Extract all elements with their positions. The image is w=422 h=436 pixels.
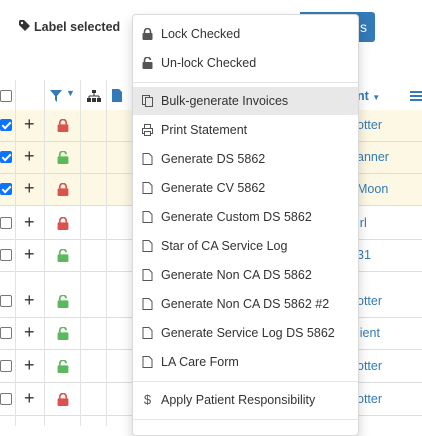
- list-icon[interactable]: [410, 90, 422, 102]
- row-checkbox[interactable]: [0, 151, 12, 163]
- actions-dropdown-menu: Lock Checked Un-lock Checked Bulk-genera…: [132, 14, 359, 436]
- menu-item-star-ca-log[interactable]: Star of CA Service Log: [133, 232, 358, 260]
- menu-item-generate-ds-5862[interactable]: Generate DS 5862: [133, 145, 358, 173]
- row-checkbox[interactable]: [0, 119, 12, 131]
- lock-icon: [142, 28, 153, 40]
- menu-item-unlock-checked[interactable]: Un-lock Checked: [133, 49, 358, 77]
- expand-row-icon[interactable]: +: [24, 147, 35, 165]
- menu-item-bulk-invoices[interactable]: Bulk-generate Invoices: [133, 87, 358, 115]
- file-icon: [142, 298, 153, 310]
- dollar-icon: $: [143, 392, 152, 407]
- unlock-icon[interactable]: [57, 295, 69, 308]
- menu-item-generate-custom-ds[interactable]: Generate Custom DS 5862: [133, 203, 358, 231]
- row-checkbox[interactable]: [0, 249, 12, 261]
- account-name-link[interactable]: otter: [357, 118, 382, 132]
- select-all-checkbox[interactable]: [0, 90, 12, 102]
- account-name-link[interactable]: otter: [357, 392, 382, 406]
- lock-icon[interactable]: [57, 183, 69, 196]
- chevron-down-icon[interactable]: ▼: [66, 88, 75, 98]
- file-icon: [142, 211, 153, 223]
- lock-icon[interactable]: [57, 119, 69, 132]
- menu-item-la-care-form[interactable]: LA Care Form: [133, 348, 358, 376]
- account-name-link[interactable]: otter: [357, 294, 382, 308]
- row-checkbox[interactable]: [0, 360, 12, 372]
- account-name-link[interactable]: anner: [357, 150, 389, 164]
- label-selected-text: Label selected: [34, 20, 121, 34]
- file-icon: [142, 269, 153, 281]
- menu-item-generate-cv-5862[interactable]: Generate CV 5862: [133, 174, 358, 202]
- row-checkbox[interactable]: [0, 295, 12, 307]
- file-icon: [142, 153, 153, 165]
- expand-row-icon[interactable]: +: [24, 291, 35, 309]
- menu-item-print-statement[interactable]: Print Statement: [133, 116, 358, 144]
- expand-row-icon[interactable]: +: [24, 356, 35, 374]
- lock-icon[interactable]: [57, 393, 69, 406]
- lock-icon[interactable]: [57, 217, 69, 230]
- row-checkbox[interactable]: [0, 327, 12, 339]
- print-icon: [142, 124, 153, 136]
- account-name-link[interactable]: 31: [357, 248, 371, 262]
- hierarchy-icon[interactable]: [87, 90, 101, 102]
- unlock-icon: [142, 57, 153, 69]
- label-selected-button[interactable]: Label selected: [19, 20, 120, 34]
- account-name-link[interactable]: otter: [357, 359, 382, 373]
- filter-icon[interactable]: [50, 90, 62, 102]
- tag-icon: [19, 20, 30, 31]
- unlock-icon[interactable]: [57, 249, 69, 262]
- expand-row-icon[interactable]: +: [24, 323, 35, 341]
- menu-item-generate-service-log[interactable]: Generate Service Log DS 5862: [133, 319, 358, 347]
- file-icon: [142, 356, 153, 368]
- expand-row-icon[interactable]: +: [24, 389, 35, 407]
- row-checkbox[interactable]: [0, 217, 12, 229]
- menu-item-apply-patient-responsibility[interactable]: $ Apply Patient Responsibility: [133, 386, 358, 414]
- account-column-header[interactable]: nt ▼: [357, 89, 380, 103]
- expand-row-icon[interactable]: +: [24, 245, 35, 263]
- unlock-icon[interactable]: [57, 327, 69, 340]
- account-name-link[interactable]: Moon: [357, 182, 388, 196]
- expand-row-icon[interactable]: +: [24, 179, 35, 197]
- menu-item-generate-non-ca-2[interactable]: Generate Non CA DS 5862 #2: [133, 290, 358, 318]
- expand-row-icon[interactable]: +: [24, 115, 35, 133]
- unlock-icon[interactable]: [57, 360, 69, 373]
- unlock-icon[interactable]: [57, 151, 69, 164]
- row-checkbox[interactable]: [0, 183, 12, 195]
- row-checkbox[interactable]: [0, 393, 12, 405]
- file-icon: [142, 240, 153, 252]
- menu-item-lock-checked[interactable]: Lock Checked: [133, 20, 358, 48]
- account-name-link[interactable]: lient: [357, 326, 380, 340]
- expand-row-icon[interactable]: +: [24, 213, 35, 231]
- file-icon: [142, 182, 153, 194]
- document-icon[interactable]: [112, 89, 122, 102]
- menu-item-generate-non-ca[interactable]: Generate Non CA DS 5862: [133, 261, 358, 289]
- copy-icon: [142, 95, 153, 107]
- file-icon: [142, 327, 153, 339]
